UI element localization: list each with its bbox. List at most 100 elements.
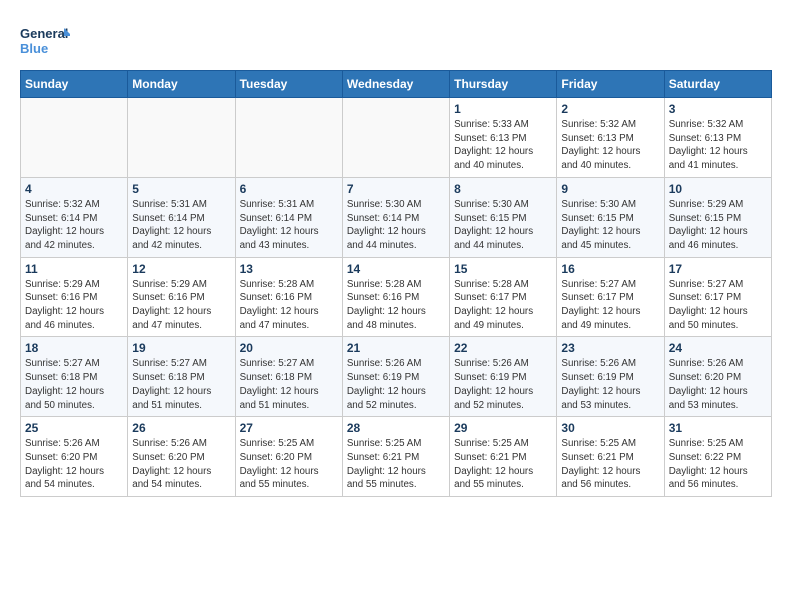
svg-text:General: General: [20, 26, 68, 41]
calendar-week-row: 25 Sunrise: 5:26 AM Sunset: 6:20 PM Dayli…: [21, 417, 772, 497]
weekday-header-cell: Thursday: [450, 71, 557, 98]
day-number: 11: [25, 262, 123, 276]
calendar-day-cell: 22 Sunrise: 5:26 AM Sunset: 6:19 PM Dayli…: [450, 337, 557, 417]
calendar-day-cell: 7Sunrise: 5:30 AM Sunset: 6:14 PM Daylig…: [342, 177, 449, 257]
day-info: Sunrise: 5:29 AM Sunset: 6:16 PM Dayligh…: [25, 278, 123, 333]
day-info: Sunrise: 5:30 AM Sunset: 6:15 PM Dayligh…: [454, 198, 552, 253]
day-info: Sunrise: 5:32 AM Sunset: 6:13 PM Dayligh…: [561, 118, 659, 173]
calendar-day-cell: 20 Sunrise: 5:27 AM Sunset: 6:18 PM Dayli…: [235, 337, 342, 417]
day-info: Sunrise: 5:25 AM Sunset: 6:21 PM Dayligh…: [454, 437, 552, 492]
day-info: Sunrise: 5:25 AM Sunset: 6:21 PM Dayligh…: [561, 437, 659, 492]
calendar-day-cell: 4 Sunrise: 5:32 AM Sunset: 6:14 PM Daylig…: [21, 177, 128, 257]
weekday-header-cell: Monday: [128, 71, 235, 98]
day-number: 1: [454, 102, 552, 116]
calendar-day-cell: [128, 98, 235, 178]
day-info: Sunrise: 5:33 AM Sunset: 6:13 PM Dayligh…: [454, 118, 552, 173]
calendar-day-cell: 6Sunrise: 5:31 AM Sunset: 6:14 PM Daylig…: [235, 177, 342, 257]
day-info: Sunrise: 5:28 AM Sunset: 6:17 PM Dayligh…: [454, 278, 552, 333]
day-info: Sunrise: 5:26 AM Sunset: 6:19 PM Dayligh…: [561, 357, 659, 412]
day-number: 7: [347, 182, 445, 196]
day-number: 27: [240, 421, 338, 435]
calendar-day-cell: 2 Sunrise: 5:32 AM Sunset: 6:13 PM Daylig…: [557, 98, 664, 178]
calendar-day-cell: 24 Sunrise: 5:26 AM Sunset: 6:20 PM Dayli…: [664, 337, 771, 417]
day-info: Sunrise: 5:29 AM Sunset: 6:16 PM Dayligh…: [132, 278, 230, 333]
calendar-day-cell: 21 Sunrise: 5:26 AM Sunset: 6:19 PM Dayli…: [342, 337, 449, 417]
day-info: Sunrise: 5:25 AM Sunset: 6:21 PM Dayligh…: [347, 437, 445, 492]
day-info: Sunrise: 5:26 AM Sunset: 6:19 PM Dayligh…: [454, 357, 552, 412]
logo: General Blue: [20, 20, 70, 60]
day-number: 5: [132, 182, 230, 196]
day-number: 9: [561, 182, 659, 196]
day-number: 18: [25, 341, 123, 355]
weekday-header-cell: Wednesday: [342, 71, 449, 98]
day-info: Sunrise: 5:26 AM Sunset: 6:19 PM Dayligh…: [347, 357, 445, 412]
day-number: 17: [669, 262, 767, 276]
calendar-day-cell: 13Sunrise: 5:28 AM Sunset: 6:16 PM Dayli…: [235, 257, 342, 337]
logo-svg: General Blue: [20, 20, 70, 60]
calendar-day-cell: 23 Sunrise: 5:26 AM Sunset: 6:19 PM Dayli…: [557, 337, 664, 417]
weekday-header-row: SundayMondayTuesdayWednesdayThursdayFrid…: [21, 71, 772, 98]
day-number: 12: [132, 262, 230, 276]
day-info: Sunrise: 5:27 AM Sunset: 6:17 PM Dayligh…: [561, 278, 659, 333]
day-number: 6: [240, 182, 338, 196]
day-number: 13: [240, 262, 338, 276]
calendar-day-cell: [342, 98, 449, 178]
calendar-day-cell: 3Sunrise: 5:32 AM Sunset: 6:13 PM Daylig…: [664, 98, 771, 178]
day-info: Sunrise: 5:26 AM Sunset: 6:20 PM Dayligh…: [132, 437, 230, 492]
day-info: Sunrise: 5:26 AM Sunset: 6:20 PM Dayligh…: [669, 357, 767, 412]
weekday-header-cell: Friday: [557, 71, 664, 98]
page-header: General Blue: [20, 20, 772, 60]
day-info: Sunrise: 5:32 AM Sunset: 6:14 PM Dayligh…: [25, 198, 123, 253]
day-number: 28: [347, 421, 445, 435]
calendar-week-row: 18 Sunrise: 5:27 AM Sunset: 6:18 PM Dayli…: [21, 337, 772, 417]
day-info: Sunrise: 5:29 AM Sunset: 6:15 PM Dayligh…: [669, 198, 767, 253]
day-info: Sunrise: 5:25 AM Sunset: 6:20 PM Dayligh…: [240, 437, 338, 492]
calendar-day-cell: 28 Sunrise: 5:25 AM Sunset: 6:21 PM Dayli…: [342, 417, 449, 497]
weekday-header-cell: Sunday: [21, 71, 128, 98]
calendar-day-cell: 30 Sunrise: 5:25 AM Sunset: 6:21 PM Dayli…: [557, 417, 664, 497]
calendar-table: SundayMondayTuesdayWednesdayThursdayFrid…: [20, 70, 772, 497]
day-number: 15: [454, 262, 552, 276]
day-number: 4: [25, 182, 123, 196]
calendar-day-cell: 26Sunrise: 5:26 AM Sunset: 6:20 PM Dayli…: [128, 417, 235, 497]
svg-text:Blue: Blue: [20, 41, 48, 56]
calendar-day-cell: 11 Sunrise: 5:29 AM Sunset: 6:16 PM Dayli…: [21, 257, 128, 337]
calendar-day-cell: 29Sunrise: 5:25 AM Sunset: 6:21 PM Dayli…: [450, 417, 557, 497]
day-info: Sunrise: 5:27 AM Sunset: 6:18 PM Dayligh…: [132, 357, 230, 412]
calendar-day-cell: 5 Sunrise: 5:31 AM Sunset: 6:14 PM Daylig…: [128, 177, 235, 257]
day-info: Sunrise: 5:27 AM Sunset: 6:17 PM Dayligh…: [669, 278, 767, 333]
day-number: 24: [669, 341, 767, 355]
day-number: 21: [347, 341, 445, 355]
calendar-day-cell: 8Sunrise: 5:30 AM Sunset: 6:15 PM Daylig…: [450, 177, 557, 257]
calendar-day-cell: 12 Sunrise: 5:29 AM Sunset: 6:16 PM Dayli…: [128, 257, 235, 337]
day-number: 23: [561, 341, 659, 355]
day-info: Sunrise: 5:31 AM Sunset: 6:14 PM Dayligh…: [132, 198, 230, 253]
calendar-day-cell: 10Sunrise: 5:29 AM Sunset: 6:15 PM Dayli…: [664, 177, 771, 257]
day-number: 25: [25, 421, 123, 435]
calendar-day-cell: 31 Sunrise: 5:25 AM Sunset: 6:22 PM Dayli…: [664, 417, 771, 497]
calendar-week-row: 1 Sunrise: 5:33 AM Sunset: 6:13 PM Daylig…: [21, 98, 772, 178]
calendar-week-row: 4 Sunrise: 5:32 AM Sunset: 6:14 PM Daylig…: [21, 177, 772, 257]
day-number: 30: [561, 421, 659, 435]
day-number: 22: [454, 341, 552, 355]
day-info: Sunrise: 5:27 AM Sunset: 6:18 PM Dayligh…: [240, 357, 338, 412]
calendar-day-cell: 27 Sunrise: 5:25 AM Sunset: 6:20 PM Dayli…: [235, 417, 342, 497]
day-number: 20: [240, 341, 338, 355]
day-number: 16: [561, 262, 659, 276]
weekday-header-cell: Saturday: [664, 71, 771, 98]
calendar-day-cell: 16 Sunrise: 5:27 AM Sunset: 6:17 PM Dayli…: [557, 257, 664, 337]
day-number: 2: [561, 102, 659, 116]
calendar-day-cell: 19 Sunrise: 5:27 AM Sunset: 6:18 PM Dayli…: [128, 337, 235, 417]
day-number: 31: [669, 421, 767, 435]
calendar-week-row: 11 Sunrise: 5:29 AM Sunset: 6:16 PM Dayli…: [21, 257, 772, 337]
calendar-body: 1 Sunrise: 5:33 AM Sunset: 6:13 PM Daylig…: [21, 98, 772, 497]
calendar-day-cell: 17 Sunrise: 5:27 AM Sunset: 6:17 PM Dayli…: [664, 257, 771, 337]
weekday-header-cell: Tuesday: [235, 71, 342, 98]
day-number: 19: [132, 341, 230, 355]
day-info: Sunrise: 5:25 AM Sunset: 6:22 PM Dayligh…: [669, 437, 767, 492]
day-number: 3: [669, 102, 767, 116]
calendar-day-cell: [235, 98, 342, 178]
calendar-day-cell: 25Sunrise: 5:26 AM Sunset: 6:20 PM Dayli…: [21, 417, 128, 497]
day-info: Sunrise: 5:28 AM Sunset: 6:16 PM Dayligh…: [347, 278, 445, 333]
calendar-day-cell: 15 Sunrise: 5:28 AM Sunset: 6:17 PM Dayli…: [450, 257, 557, 337]
